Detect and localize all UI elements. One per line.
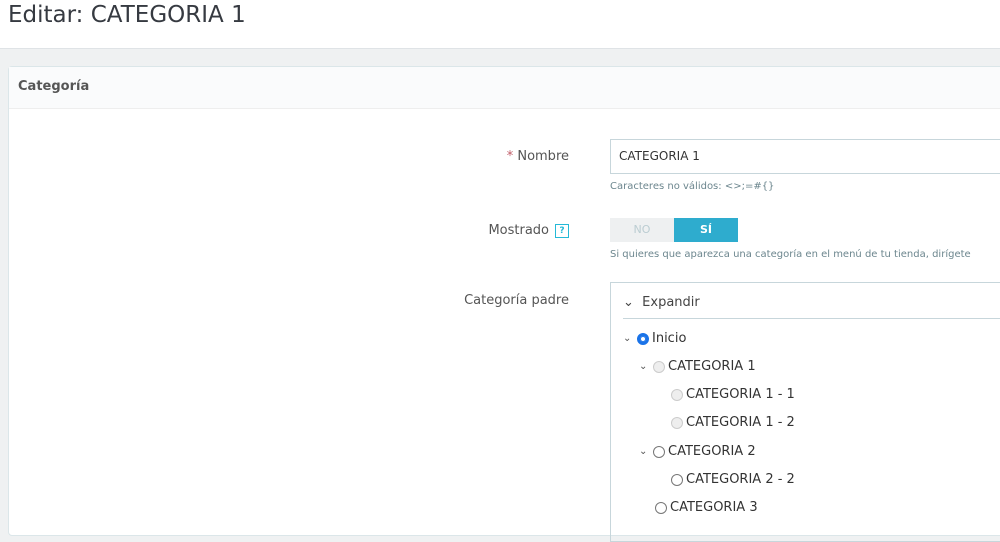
tree-node[interactable]: ⌄ Inicio — [623, 331, 686, 346]
chevron-down-icon: ⌄ — [623, 295, 634, 310]
chevron-down-icon[interactable]: ⌄ — [623, 333, 637, 344]
parent-category-label: Categoría padre — [464, 293, 569, 308]
displayed-toggle[interactable]: NO SÍ — [610, 218, 738, 242]
page-header: Editar: CATEGORIA 1 — [0, 0, 1000, 49]
tree-node[interactable]: CATEGORIA 2 - 2 — [671, 472, 795, 487]
displayed-label: Mostrado? — [488, 223, 569, 238]
category-panel: Categoría * Nombre CATEGORIA 1 Caractere… — [8, 66, 1000, 542]
radio-button — [671, 388, 683, 401]
tree-node[interactable]: ⌄ CATEGORIA 1 — [639, 359, 756, 374]
name-label: * Nombre — [506, 149, 569, 164]
help-icon[interactable]: ? — [555, 224, 569, 238]
tree-node[interactable]: ⌄ CATEGORIA 2 — [639, 444, 756, 459]
chevron-down-icon[interactable]: ⌄ — [639, 361, 653, 372]
radio-button — [653, 360, 665, 373]
radio-button[interactable] — [637, 332, 649, 345]
displayed-hint: Si quieres que aparezca una categoría en… — [610, 249, 971, 260]
radio-button — [671, 416, 683, 429]
toggle-yes[interactable]: SÍ — [674, 218, 738, 242]
tree-node[interactable]: CATEGORIA 3 — [655, 500, 758, 515]
page-title: Editar: CATEGORIA 1 — [8, 2, 246, 28]
tree-node: CATEGORIA 1 - 1 — [671, 387, 795, 402]
radio-button[interactable] — [653, 445, 665, 458]
radio-button[interactable] — [655, 501, 667, 514]
name-input[interactable]: CATEGORIA 1 — [610, 139, 1000, 174]
panel-title: Categoría — [9, 67, 1000, 109]
category-tree: ⌄ Expandir ⌄ Inicio ⌄ CATEGORIA 1 CATEGORI… — [610, 282, 1000, 542]
name-hint: Caracteres no válidos: <>;=#{} — [610, 181, 775, 192]
radio-button[interactable] — [671, 473, 683, 486]
chevron-down-icon[interactable]: ⌄ — [639, 446, 653, 457]
tree-node: CATEGORIA 1 - 2 — [671, 415, 795, 430]
expand-button[interactable]: ⌄ Expandir — [623, 283, 1000, 319]
toggle-no[interactable]: NO — [610, 218, 674, 242]
